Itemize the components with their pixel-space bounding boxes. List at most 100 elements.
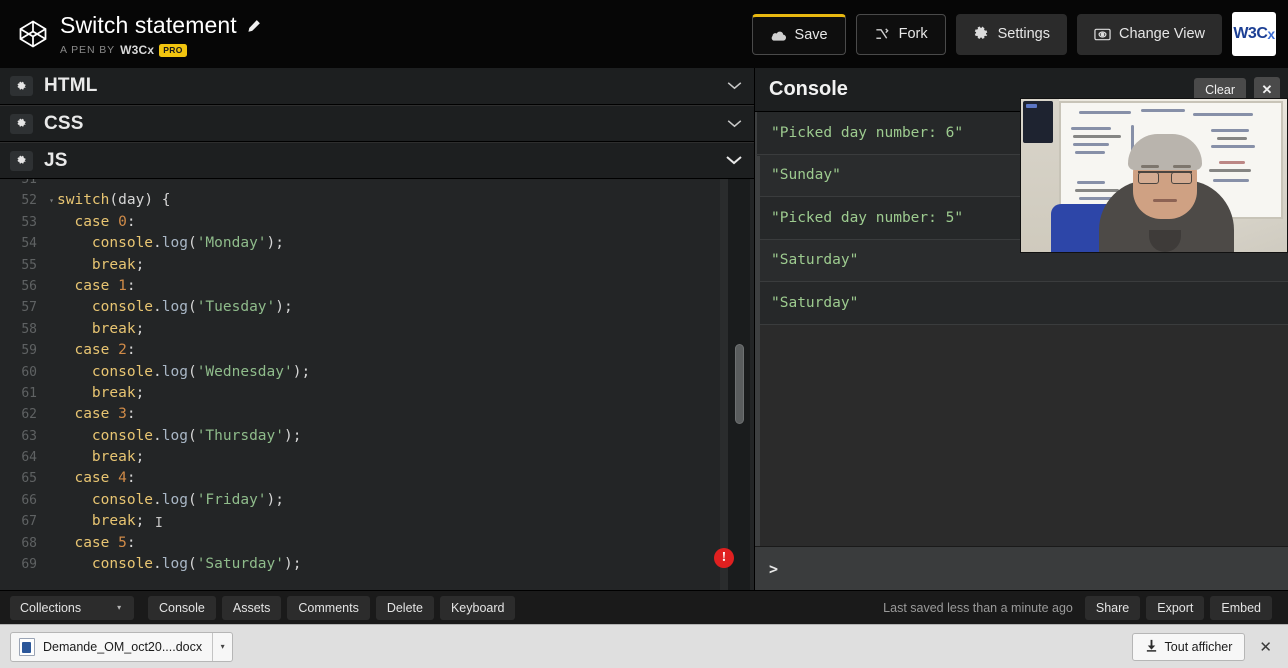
- console-title: Console: [769, 78, 848, 100]
- collections-label: Collections: [20, 600, 82, 615]
- byline-prefix: A PEN BY: [60, 44, 116, 56]
- code-text: case 4:: [74, 470, 136, 487]
- assets-button[interactable]: Assets: [221, 595, 282, 620]
- code-content[interactable]: 51 52 ▾ switch(day) {53 case 0: 54 console.l…: [0, 179, 754, 580]
- video-overlay[interactable]: [1020, 98, 1288, 253]
- console-toggle-button[interactable]: Console: [148, 595, 216, 620]
- fold-arrow-icon[interactable]: ▾: [46, 190, 57, 211]
- code-line[interactable]: 59 case 2:: [0, 340, 754, 361]
- delete-button[interactable]: Delete: [375, 595, 434, 620]
- browser-download-bar: Demande_OM_oct20....docx ▾ Tout afficher…: [0, 624, 1288, 668]
- chevron-down-icon[interactable]: [727, 77, 742, 95]
- prompt-arrow-icon: >: [769, 559, 779, 578]
- title-block: Switch statement A PEN BY W3Cx PRO: [60, 11, 261, 57]
- export-button[interactable]: Export: [1146, 595, 1205, 620]
- console-left-rail: [755, 156, 760, 546]
- settings-button[interactable]: Settings: [955, 13, 1067, 55]
- code-text: case 2:: [74, 342, 136, 359]
- editor-header-js[interactable]: JS: [0, 142, 754, 179]
- show-all-label: Tout afficher: [1164, 639, 1233, 654]
- line-number: 53: [21, 214, 37, 230]
- code-line[interactable]: 65 case 4:: [0, 468, 754, 489]
- save-button-label: Save: [794, 27, 828, 43]
- word-document-icon: [19, 637, 35, 656]
- line-number: 60: [21, 364, 37, 380]
- editor-scrollbar-thumb[interactable]: [735, 344, 744, 424]
- code-text: case 3:: [74, 406, 136, 423]
- top-buttons: Save Fork Settings Change View W3C x: [751, 12, 1288, 56]
- line-number: 51: [21, 179, 37, 187]
- code-line[interactable]: 56 case 1:: [0, 276, 754, 297]
- embed-button[interactable]: Embed: [1210, 595, 1272, 620]
- error-badge[interactable]: !: [714, 548, 734, 568]
- code-line[interactable]: 61 break;: [0, 383, 754, 404]
- change-view-button[interactable]: Change View: [1077, 13, 1222, 55]
- line-number: 62: [21, 407, 37, 423]
- js-code-editor[interactable]: 51 52 ▾ switch(day) {53 case 0: 54 console.l…: [0, 179, 754, 590]
- console-pane: Console Clear ✕ "Picked day number: 6" "S…: [754, 68, 1288, 590]
- comments-button[interactable]: Comments: [287, 595, 370, 620]
- pen-title-row: Switch statement: [60, 11, 261, 39]
- code-text: console.log('Friday');: [91, 491, 285, 508]
- code-line[interactable]: 69 console.log('Saturday');: [0, 554, 754, 575]
- code-line[interactable]: 58 break;: [0, 319, 754, 340]
- code-text: break;: [91, 449, 145, 466]
- line-number: 58: [21, 321, 37, 337]
- w3cx-logo-button[interactable]: W3C x: [1232, 12, 1276, 56]
- code-line[interactable]: 60 console.log('Wednesday');: [0, 362, 754, 383]
- video-brow-left: [1141, 165, 1159, 168]
- page-title[interactable]: Switch statement: [60, 11, 237, 39]
- w3cx-logo-part2: x: [1267, 26, 1275, 42]
- console-input-row[interactable]: >: [755, 546, 1288, 590]
- code-line[interactable]: 54 console.log('Monday');: [0, 233, 754, 254]
- collections-dropdown[interactable]: Collections ▾: [10, 595, 134, 620]
- gear-icon[interactable]: [10, 150, 33, 171]
- line-number: 56: [21, 278, 37, 294]
- code-line[interactable]: 55 break;: [0, 255, 754, 276]
- code-text: console.log('Monday');: [91, 235, 285, 252]
- code-text: break;: [91, 513, 145, 530]
- line-number: 55: [21, 257, 37, 273]
- console-log-row: "Saturday": [755, 282, 1288, 325]
- share-button[interactable]: Share: [1084, 595, 1141, 620]
- brand-block: Switch statement A PEN BY W3Cx PRO: [0, 11, 261, 57]
- line-number: 63: [21, 428, 37, 444]
- code-text: break;: [91, 320, 145, 337]
- code-line[interactable]: 52 ▾ switch(day) {: [0, 190, 754, 211]
- top-bar: Switch statement A PEN BY W3Cx PRO Save …: [0, 0, 1288, 68]
- gear-icon[interactable]: [10, 113, 33, 134]
- fork-button[interactable]: Fork: [855, 13, 946, 55]
- video-shirt-collar: [1149, 230, 1181, 252]
- editor-header-css[interactable]: CSS: [0, 105, 754, 142]
- save-button[interactable]: Save: [751, 13, 846, 55]
- line-number: 61: [21, 385, 37, 401]
- show-all-downloads-button[interactable]: Tout afficher: [1131, 632, 1246, 661]
- code-line[interactable]: 68 case 5:: [0, 533, 754, 554]
- code-line[interactable]: 51: [0, 179, 754, 190]
- code-line[interactable]: 67 break;: [0, 511, 754, 532]
- editor-label-js: JS: [44, 149, 68, 171]
- codepen-app: Switch statement A PEN BY W3Cx PRO Save …: [0, 0, 1288, 668]
- code-line[interactable]: 62 case 3:: [0, 404, 754, 425]
- editor-header-html[interactable]: HTML: [0, 68, 754, 105]
- chevron-down-icon[interactable]: ▾: [212, 632, 232, 661]
- download-item[interactable]: Demande_OM_oct20....docx ▾: [10, 631, 234, 662]
- code-line[interactable]: 57 console.log('Tuesday');: [0, 297, 754, 318]
- author-name[interactable]: W3Cx: [120, 43, 154, 57]
- line-number: 64: [21, 450, 37, 466]
- pencil-icon[interactable]: [246, 19, 261, 34]
- codepen-logo-icon[interactable]: [18, 19, 48, 49]
- video-glasses: [1138, 171, 1192, 184]
- code-line[interactable]: 64 break;: [0, 447, 754, 468]
- gear-icon[interactable]: [10, 76, 33, 96]
- line-number: 68: [21, 535, 37, 551]
- code-line[interactable]: 53 case 0:: [0, 212, 754, 233]
- chevron-down-icon[interactable]: [727, 115, 742, 133]
- keyboard-button[interactable]: Keyboard: [439, 595, 516, 620]
- code-line[interactable]: 63 console.log('Thursday');: [0, 426, 754, 447]
- fork-button-label: Fork: [898, 26, 928, 42]
- close-download-bar-icon[interactable]: ✕: [1253, 638, 1278, 656]
- chevron-down-icon[interactable]: [726, 152, 742, 170]
- code-text: case 1:: [74, 277, 136, 294]
- code-line[interactable]: 66 console.log('Friday');: [0, 490, 754, 511]
